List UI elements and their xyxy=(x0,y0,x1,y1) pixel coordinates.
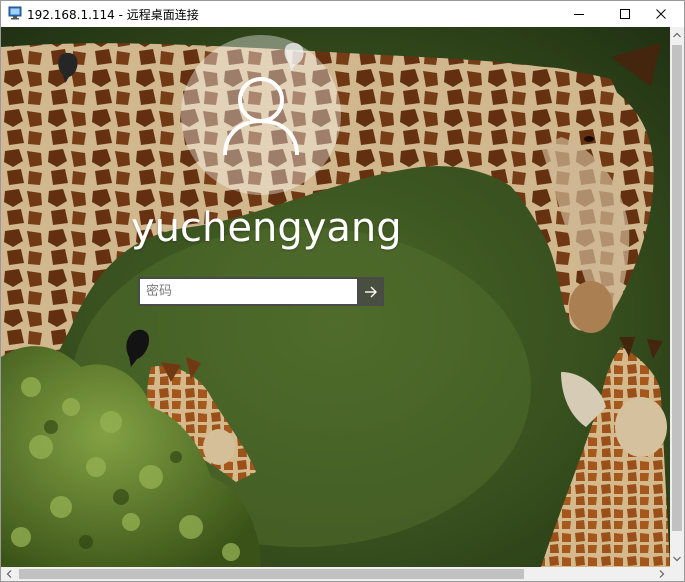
vertical-scrollbar[interactable] xyxy=(670,27,684,567)
vertical-scroll-thumb[interactable] xyxy=(672,45,682,531)
scroll-up-button[interactable] xyxy=(670,27,684,43)
arrow-right-icon xyxy=(364,286,377,297)
scroll-right-button[interactable] xyxy=(654,567,670,581)
chevron-down-icon xyxy=(673,556,681,562)
remote-session-viewport[interactable]: yuchengyang xyxy=(1,27,670,567)
maximize-icon xyxy=(620,9,630,19)
remote-desktop-window: 192.168.1.114 - 远程桌面连接 yuchengyang xyxy=(0,0,685,582)
horizontal-scroll-thumb[interactable] xyxy=(19,569,524,579)
close-button[interactable] xyxy=(638,1,684,27)
minimize-button[interactable] xyxy=(556,1,602,27)
password-input[interactable] xyxy=(138,277,358,306)
chevron-up-icon xyxy=(673,32,681,38)
remote-desktop-icon[interactable] xyxy=(8,6,22,20)
user-icon xyxy=(223,77,299,156)
submit-password-button[interactable] xyxy=(357,277,384,306)
window-title: 192.168.1.114 - 远程桌面连接 xyxy=(27,8,199,22)
minimize-icon xyxy=(574,14,584,15)
scroll-left-button[interactable] xyxy=(1,567,17,581)
chevron-left-icon xyxy=(6,570,12,578)
chevron-right-icon xyxy=(659,570,665,578)
password-form xyxy=(138,277,384,306)
title-bar[interactable]: 192.168.1.114 - 远程桌面连接 xyxy=(1,1,684,27)
username-label: yuchengyang xyxy=(131,205,402,251)
scrollbar-corner xyxy=(670,567,684,581)
user-avatar xyxy=(181,35,341,195)
horizontal-scrollbar[interactable] xyxy=(1,567,670,581)
scroll-down-button[interactable] xyxy=(670,551,684,567)
close-icon xyxy=(656,9,666,19)
